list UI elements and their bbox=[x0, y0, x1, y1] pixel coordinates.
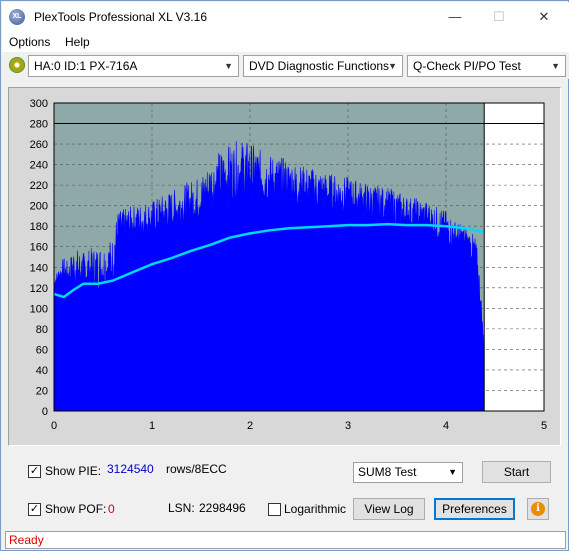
pie-unit: rows/8ECC bbox=[166, 462, 227, 476]
test-mode-select[interactable]: SUM8 Test ▼ bbox=[353, 462, 463, 483]
view-log-button[interactable]: View Log bbox=[353, 498, 425, 520]
start-button[interactable]: Start bbox=[482, 461, 551, 483]
pof-value: 0 bbox=[108, 502, 115, 516]
x-tick-label: 0 bbox=[51, 420, 57, 432]
drive-select-value: HA:0 ID:1 PX-716A bbox=[34, 59, 138, 73]
chevron-down-icon: ▼ bbox=[388, 61, 397, 71]
y-tick-label: 0 bbox=[42, 406, 48, 418]
chevron-down-icon: ▼ bbox=[448, 467, 457, 477]
show-pie-label: Show PIE: bbox=[45, 464, 102, 478]
controls-panel: ✓ Show PIE: 3124540 rows/8ECC ✓ Show POF… bbox=[8, 453, 561, 524]
function-select-value: DVD Diagnostic Functions bbox=[249, 59, 390, 73]
y-tick-label: 40 bbox=[36, 365, 48, 377]
y-tick-label: 160 bbox=[30, 242, 48, 254]
y-tick-label: 300 bbox=[30, 98, 48, 110]
show-pie-checkbox[interactable]: ✓ bbox=[28, 465, 41, 478]
y-tick-label: 100 bbox=[30, 303, 48, 315]
y-tick-label: 80 bbox=[36, 324, 48, 336]
x-tick-label: 5 bbox=[541, 420, 547, 432]
y-tick-label: 20 bbox=[36, 385, 48, 397]
y-tick-label: 120 bbox=[30, 283, 48, 295]
pie-value: 3124540 bbox=[107, 462, 154, 476]
y-tick-label: 240 bbox=[30, 160, 48, 172]
show-pof-checkbox[interactable]: ✓ bbox=[28, 503, 41, 516]
title-bar: XL PlexTools Professional XL V3.16 — ☐ ✕ bbox=[2, 2, 569, 31]
info-icon: i bbox=[531, 502, 545, 516]
x-tick-label: 3 bbox=[345, 420, 351, 432]
close-button[interactable]: ✕ bbox=[522, 4, 566, 30]
pi-po-chart: 0204060801001201401601802002202402602803… bbox=[30, 98, 547, 432]
lsn-value: 2298496 bbox=[199, 501, 246, 515]
y-tick-label: 220 bbox=[30, 180, 48, 192]
drive-select[interactable]: HA:0 ID:1 PX-716A ▼ bbox=[28, 55, 239, 77]
preferences-button[interactable]: Preferences bbox=[434, 498, 515, 520]
maximize-button[interactable]: ☐ bbox=[477, 4, 521, 30]
plextools-app-icon: XL bbox=[9, 9, 25, 25]
menu-bar: Options Help bbox=[2, 31, 569, 52]
test-select-value: Q-Check PI/PO Test bbox=[413, 59, 521, 73]
y-tick-label: 60 bbox=[36, 344, 48, 356]
x-tick-label: 4 bbox=[443, 420, 449, 432]
logarithmic-label: Logarithmic bbox=[284, 502, 347, 516]
menu-options[interactable]: Options bbox=[9, 35, 50, 49]
chevron-down-icon: ▼ bbox=[224, 61, 233, 71]
x-tick-label: 2 bbox=[247, 420, 253, 432]
chevron-down-icon: ▼ bbox=[551, 61, 560, 71]
y-tick-label: 200 bbox=[30, 201, 48, 213]
y-tick-label: 180 bbox=[30, 221, 48, 233]
app-window: XL PlexTools Professional XL V3.16 — ☐ ✕… bbox=[0, 0, 569, 551]
test-select[interactable]: Q-Check PI/PO Test ▼ bbox=[407, 55, 566, 77]
y-tick-label: 140 bbox=[30, 262, 48, 274]
y-tick-label: 260 bbox=[30, 139, 48, 151]
menu-help[interactable]: Help bbox=[65, 35, 90, 49]
test-mode-value: SUM8 Test bbox=[358, 465, 417, 479]
chart-panel: 0 20 40 60 80 100 120 140 160 180 200 220 240 260 280 3… bbox=[8, 87, 561, 446]
toolbar: HA:0 ID:1 PX-716A ▼ DVD Diagnostic Funct… bbox=[2, 52, 569, 79]
function-select[interactable]: DVD Diagnostic Functions ▼ bbox=[243, 55, 403, 77]
status-bar: Ready bbox=[5, 531, 566, 549]
y-tick-label: 280 bbox=[30, 119, 48, 131]
show-pof-label: Show POF: bbox=[45, 502, 107, 516]
status-text: Ready bbox=[9, 533, 44, 547]
window-title: PlexTools Professional XL V3.16 bbox=[34, 10, 207, 24]
lsn-label: LSN: bbox=[168, 501, 195, 515]
info-button[interactable]: i bbox=[527, 498, 549, 520]
x-tick-label: 1 bbox=[149, 420, 155, 432]
disc-drive-icon bbox=[9, 57, 25, 73]
logarithmic-checkbox[interactable] bbox=[268, 503, 281, 516]
minimize-button[interactable]: — bbox=[433, 4, 477, 30]
